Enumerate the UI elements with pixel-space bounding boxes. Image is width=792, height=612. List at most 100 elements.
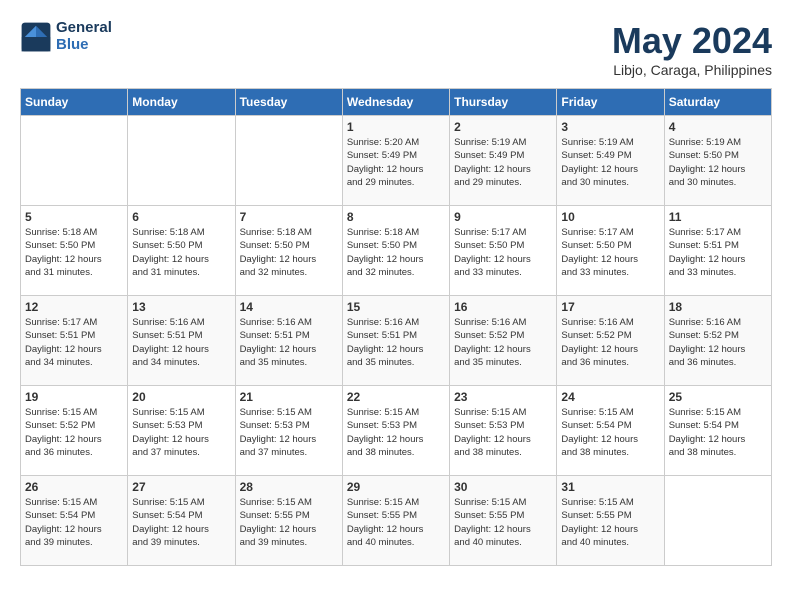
calendar-cell: 7 Sunrise: 5:18 AM Sunset: 5:50 PM Daylig…	[235, 206, 342, 296]
month-title: May 2024	[612, 20, 772, 62]
calendar-cell	[235, 116, 342, 206]
day-number: 9	[454, 210, 552, 224]
day-info: Sunrise: 5:15 AM Sunset: 5:53 PM Dayligh…	[240, 406, 338, 459]
day-number: 15	[347, 300, 445, 314]
calendar-cell: 6Sunrise: 5:18 AM Sunset: 5:50 PM Daylig…	[128, 206, 235, 296]
calendar-cell: 22 Sunrise: 5:15 AM Sunset: 5:53 PM Dayli…	[342, 386, 449, 476]
day-info: Sunrise: 5:19 AM Sunset: 5:50 PM Dayligh…	[669, 136, 767, 189]
day-info: Sunrise: 5:18 AM Sunset: 5:50 PM Dayligh…	[347, 226, 445, 279]
page-header: General Blue May 2024 Libjo, Caraga, Phi…	[20, 20, 772, 78]
day-info: Sunrise: 5:18 AM Sunset: 5:50 PM Dayligh…	[240, 226, 338, 279]
calendar-week-3: 12 Sunrise: 5:17 AM Sunset: 5:51 PM Dayli…	[21, 296, 772, 386]
day-info: Sunrise: 5:16 AM Sunset: 5:51 PM Dayligh…	[347, 316, 445, 369]
calendar-cell: 9 Sunrise: 5:17 AM Sunset: 5:50 PM Daylig…	[450, 206, 557, 296]
day-number: 5	[25, 210, 123, 224]
day-header-wednesday: Wednesday	[342, 89, 449, 116]
calendar-week-5: 26 Sunrise: 5:15 AM Sunset: 5:54 PM Dayli…	[21, 476, 772, 566]
day-info: Sunrise: 5:19 AM Sunset: 5:49 PM Dayligh…	[561, 136, 659, 189]
day-number: 7	[240, 210, 338, 224]
calendar-cell: 14Sunrise: 5:16 AM Sunset: 5:51 PM Dayli…	[235, 296, 342, 386]
calendar-cell: 16 Sunrise: 5:16 AM Sunset: 5:52 PM Dayli…	[450, 296, 557, 386]
day-info: Sunrise: 5:16 AM Sunset: 5:52 PM Dayligh…	[454, 316, 552, 369]
day-number: 11	[669, 210, 767, 224]
day-info: Sunrise: 5:17 AM Sunset: 5:50 PM Dayligh…	[454, 226, 552, 279]
day-number: 14	[240, 300, 338, 314]
day-number: 19	[25, 390, 123, 404]
calendar-cell: 3Sunrise: 5:19 AM Sunset: 5:49 PM Daylig…	[557, 116, 664, 206]
title-section: May 2024 Libjo, Caraga, Philippines	[612, 20, 772, 78]
location-subtitle: Libjo, Caraga, Philippines	[612, 62, 772, 78]
day-header-thursday: Thursday	[450, 89, 557, 116]
calendar-cell: 2Sunrise: 5:19 AM Sunset: 5:49 PM Daylig…	[450, 116, 557, 206]
day-header-friday: Friday	[557, 89, 664, 116]
day-number: 17	[561, 300, 659, 314]
calendar-week-4: 19 Sunrise: 5:15 AM Sunset: 5:52 PM Dayli…	[21, 386, 772, 476]
day-info: Sunrise: 5:15 AM Sunset: 5:54 PM Dayligh…	[132, 496, 230, 549]
day-number: 21	[240, 390, 338, 404]
calendar-cell: 5Sunrise: 5:18 AM Sunset: 5:50 PM Daylig…	[21, 206, 128, 296]
day-number: 8	[347, 210, 445, 224]
day-number: 18	[669, 300, 767, 314]
day-info: Sunrise: 5:16 AM Sunset: 5:52 PM Dayligh…	[561, 316, 659, 369]
day-info: Sunrise: 5:15 AM Sunset: 5:52 PM Dayligh…	[25, 406, 123, 459]
calendar-cell: 27 Sunrise: 5:15 AM Sunset: 5:54 PM Dayli…	[128, 476, 235, 566]
day-number: 26	[25, 480, 123, 494]
calendar-table: SundayMondayTuesdayWednesdayThursdayFrid…	[20, 88, 772, 566]
calendar-cell	[21, 116, 128, 206]
day-number: 12	[25, 300, 123, 314]
logo-text: General Blue	[56, 20, 112, 53]
day-number: 28	[240, 480, 338, 494]
day-number: 27	[132, 480, 230, 494]
calendar-cell: 11 Sunrise: 5:17 AM Sunset: 5:51 PM Dayli…	[664, 206, 771, 296]
day-info: Sunrise: 5:18 AM Sunset: 5:50 PM Dayligh…	[132, 226, 230, 279]
calendar-cell: 18Sunrise: 5:16 AM Sunset: 5:52 PM Dayli…	[664, 296, 771, 386]
day-number: 16	[454, 300, 552, 314]
day-number: 1	[347, 120, 445, 134]
calendar-cell: 1 Sunrise: 5:20 AM Sunset: 5:49 PM Daylig…	[342, 116, 449, 206]
day-info: Sunrise: 5:17 AM Sunset: 5:51 PM Dayligh…	[669, 226, 767, 279]
calendar-header-row: SundayMondayTuesdayWednesdayThursdayFrid…	[21, 89, 772, 116]
calendar-body: 1 Sunrise: 5:20 AM Sunset: 5:49 PM Daylig…	[21, 116, 772, 566]
calendar-cell: 25Sunrise: 5:15 AM Sunset: 5:54 PM Dayli…	[664, 386, 771, 476]
day-number: 23	[454, 390, 552, 404]
day-info: Sunrise: 5:20 AM Sunset: 5:49 PM Dayligh…	[347, 136, 445, 189]
day-info: Sunrise: 5:15 AM Sunset: 5:55 PM Dayligh…	[561, 496, 659, 549]
day-info: Sunrise: 5:15 AM Sunset: 5:55 PM Dayligh…	[347, 496, 445, 549]
day-number: 22	[347, 390, 445, 404]
day-header-sunday: Sunday	[21, 89, 128, 116]
calendar-cell: 8 Sunrise: 5:18 AM Sunset: 5:50 PM Daylig…	[342, 206, 449, 296]
calendar-cell: 19 Sunrise: 5:15 AM Sunset: 5:52 PM Dayli…	[21, 386, 128, 476]
day-number: 10	[561, 210, 659, 224]
calendar-cell: 17 Sunrise: 5:16 AM Sunset: 5:52 PM Dayli…	[557, 296, 664, 386]
day-header-monday: Monday	[128, 89, 235, 116]
logo-icon	[20, 21, 52, 53]
calendar-cell: 4 Sunrise: 5:19 AM Sunset: 5:50 PM Daylig…	[664, 116, 771, 206]
calendar-cell: 12 Sunrise: 5:17 AM Sunset: 5:51 PM Dayli…	[21, 296, 128, 386]
day-header-tuesday: Tuesday	[235, 89, 342, 116]
day-number: 20	[132, 390, 230, 404]
logo: General Blue	[20, 20, 112, 53]
day-number: 31	[561, 480, 659, 494]
calendar-cell: 26 Sunrise: 5:15 AM Sunset: 5:54 PM Dayli…	[21, 476, 128, 566]
day-info: Sunrise: 5:15 AM Sunset: 5:53 PM Dayligh…	[132, 406, 230, 459]
day-info: Sunrise: 5:15 AM Sunset: 5:55 PM Dayligh…	[240, 496, 338, 549]
day-info: Sunrise: 5:15 AM Sunset: 5:53 PM Dayligh…	[454, 406, 552, 459]
day-info: Sunrise: 5:17 AM Sunset: 5:51 PM Dayligh…	[25, 316, 123, 369]
day-number: 4	[669, 120, 767, 134]
day-number: 24	[561, 390, 659, 404]
day-header-saturday: Saturday	[664, 89, 771, 116]
calendar-week-2: 5 Sunrise: 5:18 AM Sunset: 5:50 PM Daylig…	[21, 206, 772, 296]
calendar-cell: 31 Sunrise: 5:15 AM Sunset: 5:55 PM Dayli…	[557, 476, 664, 566]
day-info: Sunrise: 5:15 AM Sunset: 5:54 PM Dayligh…	[25, 496, 123, 549]
calendar-cell: 13Sunrise: 5:16 AM Sunset: 5:51 PM Dayli…	[128, 296, 235, 386]
calendar-cell: 15 Sunrise: 5:16 AM Sunset: 5:51 PM Dayli…	[342, 296, 449, 386]
day-info: Sunrise: 5:15 AM Sunset: 5:54 PM Dayligh…	[561, 406, 659, 459]
day-info: Sunrise: 5:15 AM Sunset: 5:53 PM Dayligh…	[347, 406, 445, 459]
calendar-cell: 20 Sunrise: 5:15 AM Sunset: 5:53 PM Dayli…	[128, 386, 235, 476]
day-info: Sunrise: 5:17 AM Sunset: 5:50 PM Dayligh…	[561, 226, 659, 279]
calendar-cell: 29Sunrise: 5:15 AM Sunset: 5:55 PM Dayli…	[342, 476, 449, 566]
calendar-cell	[128, 116, 235, 206]
day-info: Sunrise: 5:15 AM Sunset: 5:55 PM Dayligh…	[454, 496, 552, 549]
day-number: 30	[454, 480, 552, 494]
day-number: 2	[454, 120, 552, 134]
